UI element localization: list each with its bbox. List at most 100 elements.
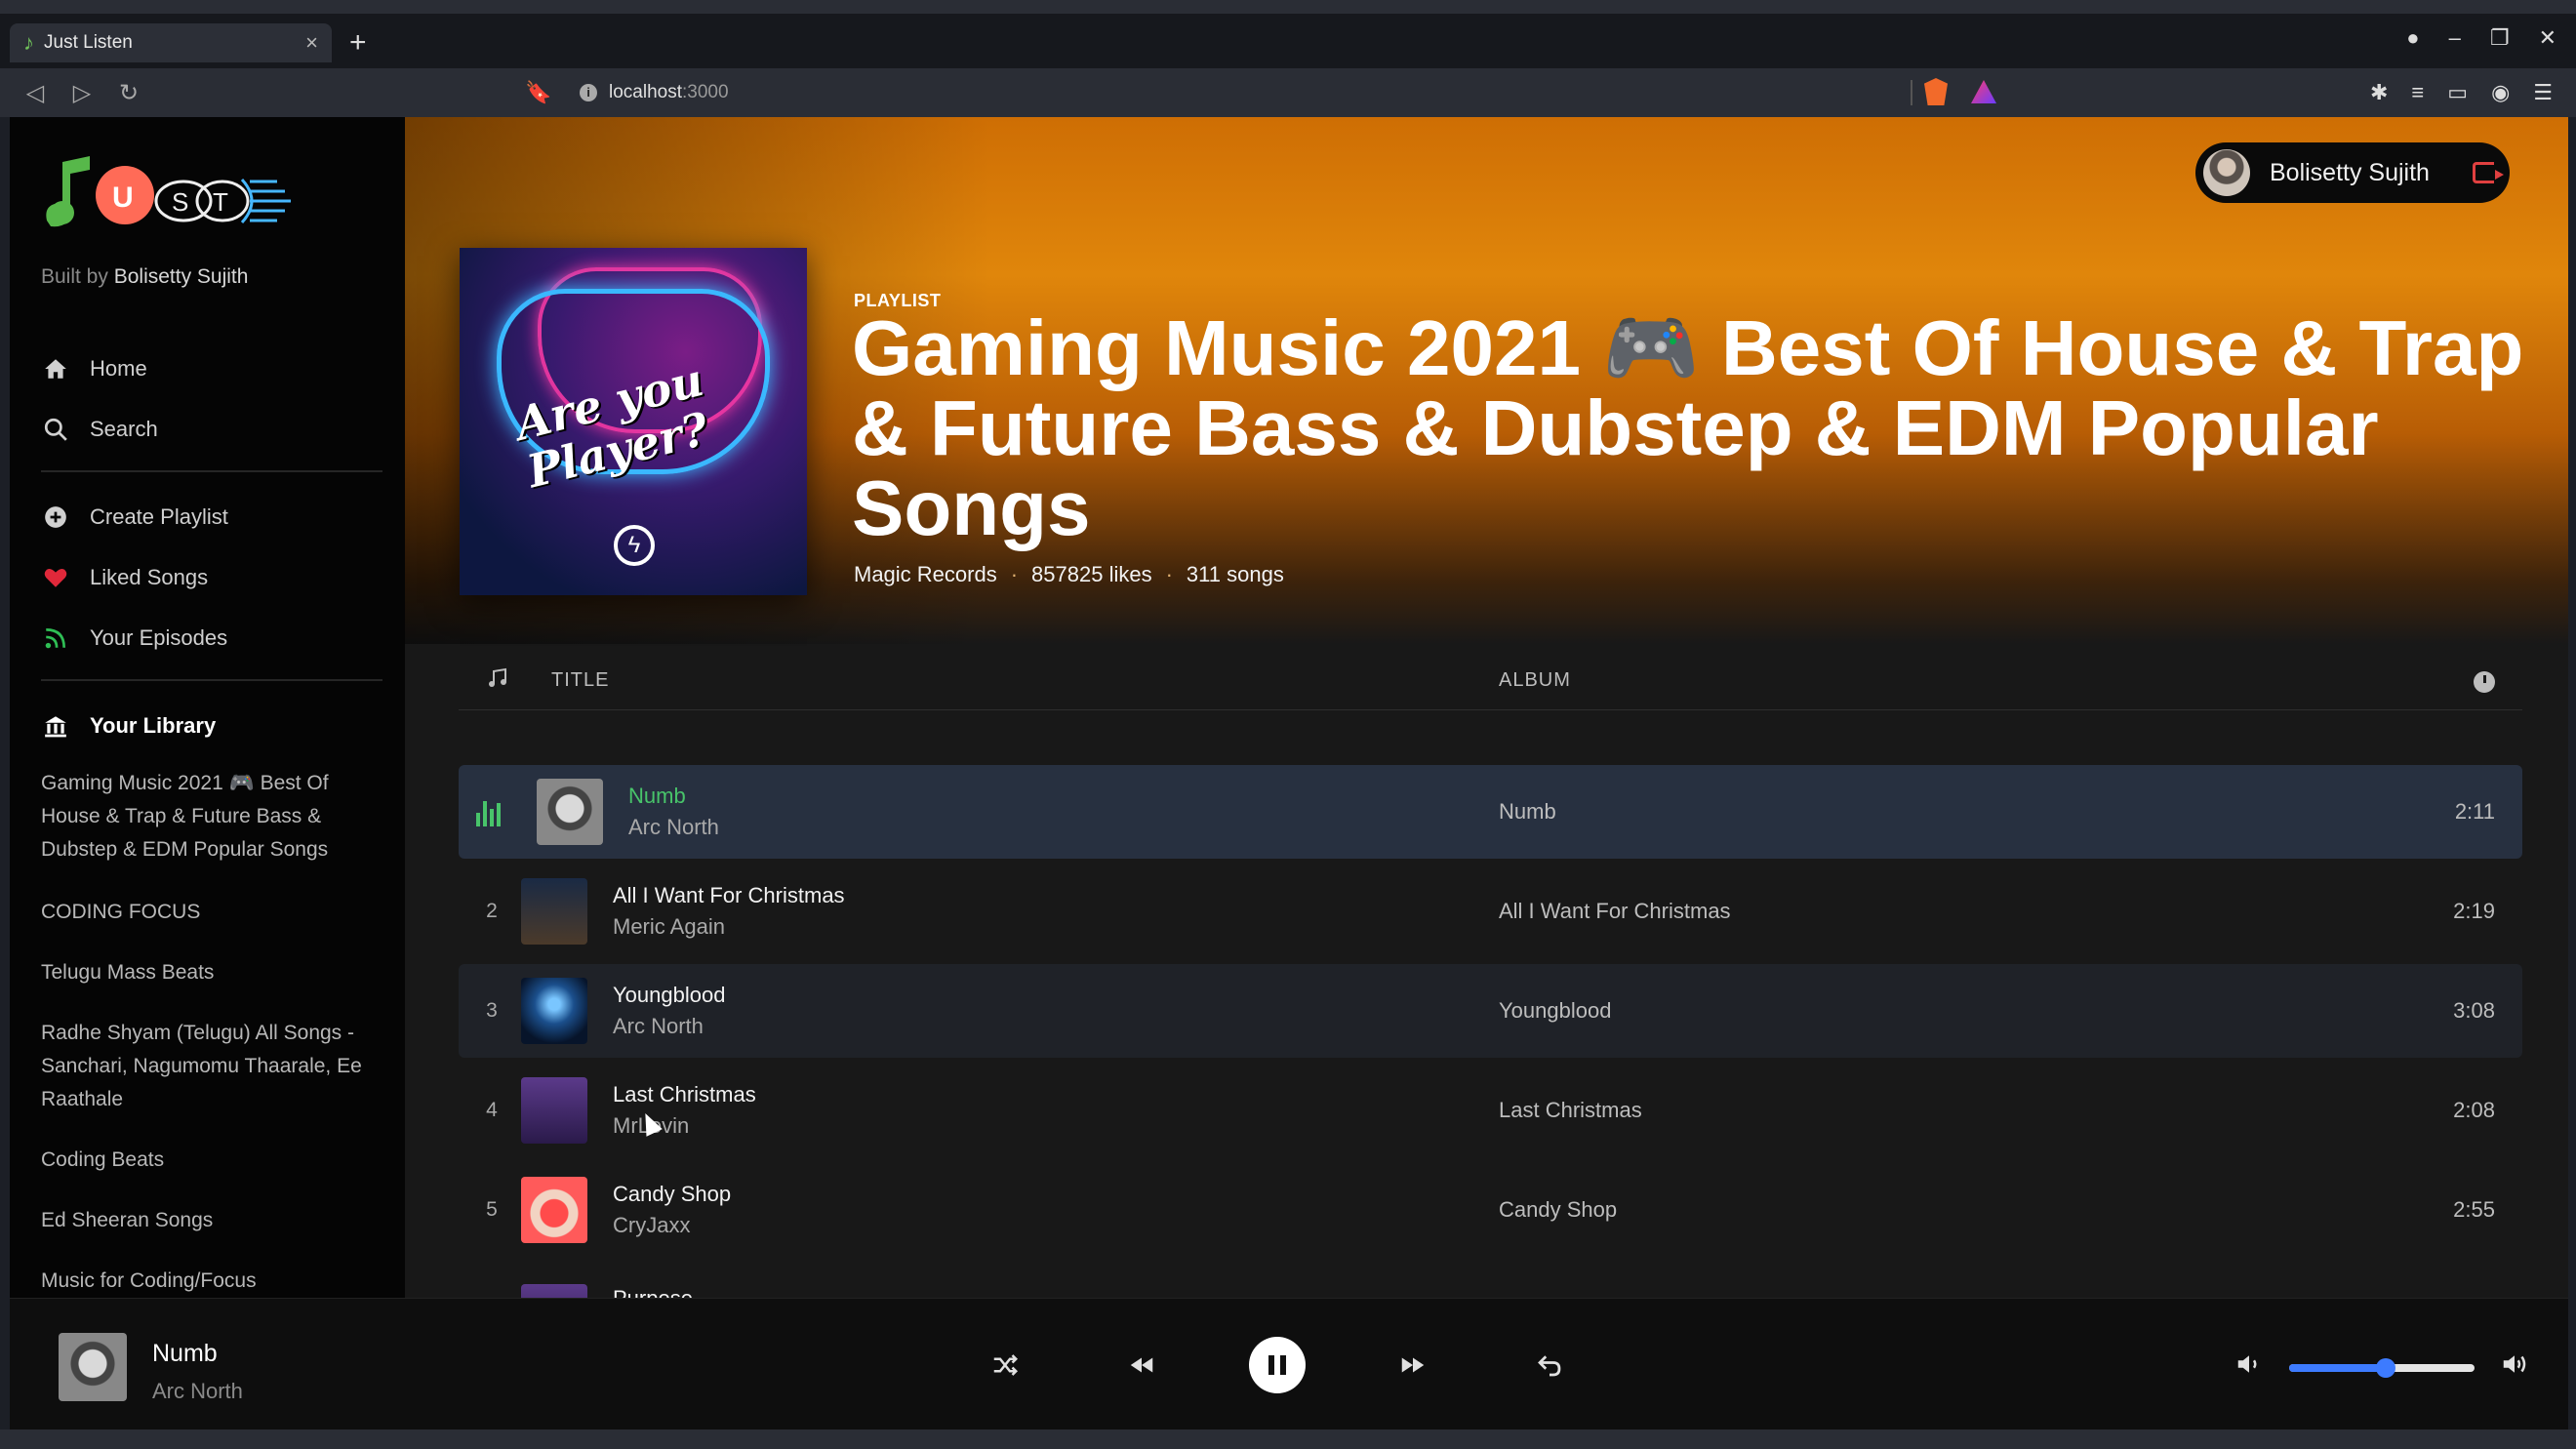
track-thumbnail	[521, 1177, 587, 1243]
library-playlist-item[interactable]: Music for Coding/Focus	[41, 1265, 373, 1298]
previous-button[interactable]	[1112, 1336, 1171, 1394]
track-artist[interactable]: Arc North	[613, 1014, 725, 1039]
tab-title: Just Listen	[44, 32, 133, 53]
library-playlist-item[interactable]: Coding Beats	[41, 1144, 373, 1177]
sidebar-divider	[41, 679, 382, 681]
track-artist[interactable]: Arc North	[628, 815, 719, 840]
now-playing-title[interactable]: Numb	[152, 1340, 218, 1368]
sidebar-item-label: Home	[90, 356, 147, 381]
track-title[interactable]: Last Christmas	[613, 1082, 756, 1107]
url-bar[interactable]: i localhost:3000	[568, 76, 2002, 109]
forward-button[interactable]: ▷	[60, 79, 103, 107]
track-row[interactable]: Numb Arc North Numb 2:11	[459, 765, 2522, 859]
track-album[interactable]: Numb	[1499, 799, 1556, 825]
volume-slider[interactable]	[2289, 1357, 2475, 1378]
track-duration: 2:11	[2454, 799, 2495, 824]
sidebar-item-create-playlist[interactable]: Create Playlist	[41, 500, 228, 535]
next-button[interactable]	[1384, 1336, 1442, 1394]
track-album[interactable]: Youngblood	[1499, 998, 1611, 1024]
app: U S T Built by Bolisetty Sujith Home Sea…	[10, 117, 2568, 1429]
site-info-icon[interactable]: i	[580, 84, 597, 101]
library-playlist-item[interactable]: Ed Sheeran Songs	[41, 1204, 373, 1237]
track-title[interactable]: Numb	[628, 784, 719, 809]
track-title[interactable]: All I Want For Christmas	[613, 883, 845, 908]
track-album[interactable]: All I Want For Christmas	[1499, 899, 1731, 924]
volume-up-icon[interactable]	[2500, 1349, 2529, 1386]
shuffle-icon	[993, 1354, 1019, 1376]
track-album[interactable]: Last Christmas	[1499, 1098, 1642, 1123]
track-row[interactable]: 6 Purpose	[459, 1263, 2522, 1298]
playlist-owner[interactable]: Magic Records	[854, 562, 997, 587]
close-window-button[interactable]: ✕	[2539, 25, 2556, 51]
track-artist[interactable]: MrLovin	[613, 1113, 756, 1139]
heart-icon	[41, 563, 70, 592]
track-number: 5	[486, 1198, 498, 1221]
now-playing-equalizer-icon	[459, 797, 517, 826]
sidebar-item-home[interactable]: Home	[41, 351, 147, 386]
new-tab-button[interactable]: +	[349, 26, 367, 60]
profile-icon[interactable]: ◉	[2491, 80, 2510, 105]
repeat-button[interactable]	[1520, 1336, 1579, 1394]
sidebar-item-your-episodes[interactable]: Your Episodes	[41, 621, 227, 656]
reload-button[interactable]: ↻	[107, 79, 150, 107]
back-button[interactable]: ◁	[14, 79, 57, 107]
svg-text:U: U	[112, 181, 134, 214]
tracklist-header: TITLE ALBUM	[459, 652, 2522, 710]
music-note-icon: ♪	[23, 30, 34, 55]
track-row[interactable]: 5 Candy Shop CryJaxx Candy Shop 2:55	[459, 1163, 2522, 1257]
library-playlist-item[interactable]: Radhe Shyam (Telugu) All Songs - Sanchar…	[41, 1017, 373, 1116]
wallet-icon[interactable]: ▭	[2447, 80, 2468, 105]
library-playlist-item[interactable]: Gaming Music 2021 🎮 Best Of House & Trap…	[41, 767, 373, 866]
now-playing-artist[interactable]: Arc North	[152, 1379, 243, 1404]
vpn-icon[interactable]: ●	[2406, 25, 2419, 51]
sidebar-divider	[41, 470, 382, 472]
track-number: 2	[486, 900, 498, 922]
track-duration: 2:55	[2453, 1197, 2495, 1222]
track-title[interactable]: Youngblood	[613, 983, 725, 1008]
sidebar-item-liked-songs[interactable]: Liked Songs	[41, 560, 208, 595]
brave-shields-icon[interactable]	[1924, 78, 1948, 105]
playlist-cover-image: Are you Player? ϟ	[460, 248, 807, 595]
close-tab-icon[interactable]: ×	[305, 30, 318, 56]
library-playlist-item[interactable]: Telugu Mass Beats	[41, 956, 373, 989]
shuffle-button[interactable]	[976, 1336, 1034, 1394]
track-row[interactable]: 2 All I Want For Christmas Meric Again A…	[459, 865, 2522, 958]
sidebar-item-your-library[interactable]: Your Library	[41, 708, 216, 744]
menu-icon[interactable]: ☰	[2533, 80, 2553, 105]
track-duration: 2:08	[2453, 1098, 2495, 1122]
url-divider	[1911, 80, 1912, 105]
user-profile-button[interactable]: Bolisetty Sujith	[2195, 142, 2510, 203]
logout-icon[interactable]	[2473, 162, 2504, 183]
playlist-title: Gaming Music 2021 🎮 Best Of House & Trap…	[852, 304, 2524, 551]
window-frame-bottom	[0, 1429, 2576, 1449]
undo-icon	[1538, 1355, 1561, 1377]
lightning-icon: ϟ	[614, 525, 655, 566]
sidebar-item-search[interactable]: Search	[41, 412, 158, 447]
minimize-button[interactable]: –	[2449, 25, 2461, 51]
extensions-icon[interactable]: ✱	[2370, 80, 2388, 105]
track-title[interactable]: Candy Shop	[613, 1182, 731, 1207]
svg-text:S: S	[172, 187, 188, 217]
browser-tab[interactable]: ♪ Just Listen ×	[10, 23, 332, 62]
bookmark-icon[interactable]: 🔖	[525, 80, 551, 105]
track-artist[interactable]: CryJaxx	[613, 1213, 731, 1238]
sidebar-item-label: Liked Songs	[90, 565, 209, 589]
volume-fill	[2289, 1363, 2386, 1372]
music-note-icon	[486, 666, 515, 696]
volume-down-icon[interactable]	[2234, 1349, 2264, 1386]
volume-knob[interactable]	[2375, 1357, 2395, 1378]
pause-button[interactable]	[1249, 1337, 1306, 1393]
playlist-song-count: 311 songs	[1186, 562, 1284, 586]
search-icon	[41, 415, 70, 444]
track-row[interactable]: 4 Last Christmas MrLovin Last Christmas …	[459, 1064, 2522, 1157]
library-playlist-item[interactable]: CODING FOCUS	[41, 896, 373, 929]
track-album[interactable]: Candy Shop	[1499, 1197, 1617, 1223]
track-row[interactable]: 3 Youngblood Arc North Youngblood 3:08	[459, 964, 2522, 1058]
track-artist[interactable]: Meric Again	[613, 914, 845, 940]
maximize-button[interactable]: ❐	[2490, 25, 2510, 51]
playlist-icon[interactable]: ≡	[2411, 80, 2424, 105]
track-thumbnail	[537, 779, 603, 845]
main-content: Bolisetty Sujith Are you Player? ϟ PLAYL…	[405, 117, 2568, 1298]
rss-icon	[41, 624, 70, 653]
track-title[interactable]: Purpose	[613, 1286, 693, 1298]
